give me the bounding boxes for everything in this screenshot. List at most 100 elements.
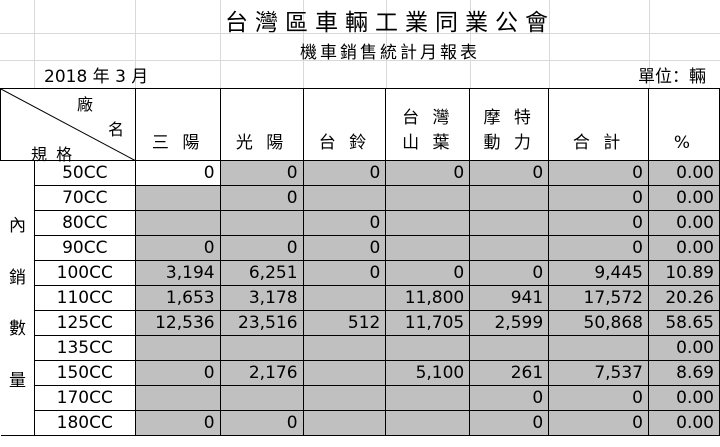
- table-row: 150CC 0 2,176 5,100 261 7,537 8.69: [1, 360, 720, 386]
- column-header-line1: 台 灣: [402, 108, 454, 128]
- column-header-line2: 合 計: [572, 133, 625, 153]
- column-header: 台 灣山 葉: [385, 88, 471, 161]
- value-cell: 6,251: [219, 260, 304, 286]
- value-cell: [385, 335, 471, 361]
- value-cell: 0: [302, 210, 387, 236]
- spec-cell: 170CC: [33, 385, 136, 411]
- column-header-line1: [304, 106, 386, 131]
- value-cell: 9,445: [548, 260, 649, 286]
- value-cell: 0: [548, 385, 649, 411]
- value-cell: 0.00: [648, 410, 720, 436]
- corner-header: 廠 名 規 格: [0, 88, 136, 164]
- value-cell: [302, 385, 387, 411]
- table-row: 70CC 0 0 0.00: [1, 185, 720, 211]
- value-cell: [385, 185, 471, 211]
- category-label: 內銷數量: [0, 160, 35, 436]
- value-cell: 1,653: [134, 285, 221, 311]
- table-row: 125CC 12,536 23,516 512 11,705 2,599 50,868 58.…: [1, 310, 720, 336]
- report-title: 台灣區車輛工業同業公會: [225, 10, 555, 36]
- header-row: 廠 名 規 格 三 陽光 陽 台 鈴台 灣山 葉摩 特動 力合 計%: [0, 88, 720, 164]
- report-unit: 單位：輛: [638, 67, 706, 87]
- value-cell: 0: [548, 410, 649, 436]
- column-header-line1: [136, 106, 220, 131]
- category-label-char: 量: [9, 371, 26, 391]
- category-label-char: 數: [9, 319, 26, 339]
- column-header-line1: [221, 106, 303, 131]
- value-cell: 0: [385, 260, 471, 286]
- value-cell: 7,537: [548, 360, 649, 386]
- value-cell: [302, 335, 387, 361]
- value-cell: 0: [548, 210, 649, 236]
- value-cell: 11,705: [385, 310, 471, 336]
- column-header: 摩 特動 力: [469, 88, 550, 161]
- value-cell: 0: [469, 385, 550, 411]
- value-cell: 0: [134, 160, 221, 186]
- value-cell: [134, 210, 221, 236]
- value-cell: 0: [219, 185, 304, 211]
- column-header-line1: [549, 106, 648, 131]
- report-date: 2018 年 3 月: [44, 67, 149, 87]
- column-header: %: [648, 88, 720, 161]
- value-cell: 0: [134, 235, 221, 261]
- value-cell: [469, 235, 550, 261]
- value-cell: 0: [469, 160, 550, 186]
- spec-cell: 125CC: [33, 310, 136, 336]
- value-cell: [134, 185, 221, 211]
- column-header: 台 鈴: [302, 88, 387, 161]
- value-cell: 20.26: [648, 285, 720, 311]
- value-cell: [302, 410, 387, 436]
- column-header-line2: 動 力: [483, 133, 535, 153]
- value-cell: 2,599: [469, 310, 550, 336]
- value-cell: [219, 385, 304, 411]
- value-cell: 0.00: [648, 235, 720, 261]
- table-row: 170CC 0 0 0.00: [1, 385, 720, 411]
- value-cell: [219, 335, 304, 361]
- value-cell: [302, 185, 387, 211]
- value-cell: 0.00: [648, 160, 720, 186]
- column-header-line1: [649, 106, 719, 131]
- value-cell: 50,868: [548, 310, 649, 336]
- sales-table: 廠 名 規 格 三 陽光 陽台 鈴台 灣山 葉摩 特動 力合 計% 內銷數量 50…: [0, 88, 720, 436]
- value-cell: [469, 335, 550, 361]
- value-cell: [385, 210, 471, 236]
- value-cell: 2,176: [219, 360, 304, 386]
- value-cell: 0: [219, 410, 304, 436]
- value-cell: 0: [134, 360, 221, 386]
- spec-cell: 100CC: [33, 260, 136, 286]
- value-cell: 0: [548, 235, 649, 261]
- spec-cell: 150CC: [33, 360, 136, 386]
- column-header: 光 陽: [219, 88, 304, 161]
- value-cell: [385, 410, 471, 436]
- column-header-line2: 台 鈴: [318, 133, 371, 153]
- value-cell: 12,536: [134, 310, 221, 336]
- value-cell: [469, 185, 550, 211]
- column-header: 三 陽: [134, 88, 221, 161]
- value-cell: [548, 335, 649, 361]
- corner-label-top: 廠: [77, 95, 94, 114]
- value-cell: [302, 285, 387, 311]
- spec-cell: 70CC: [33, 185, 136, 211]
- column-header-line2: 光 陽: [235, 133, 288, 153]
- value-cell: 0: [219, 235, 304, 261]
- category-label-char: 銷: [9, 268, 26, 288]
- corner-label-mid: 名: [108, 120, 125, 139]
- value-cell: 0: [469, 410, 550, 436]
- table-row: 110CC 1,653 3,178 11,800 941 17,572 20.26: [1, 285, 720, 311]
- value-cell: 0.00: [648, 385, 720, 411]
- value-cell: [385, 385, 471, 411]
- value-cell: 3,194: [134, 260, 221, 286]
- report-subtitle: 機車銷售統計月報表: [300, 43, 480, 63]
- value-cell: 0.00: [648, 185, 720, 211]
- table-row: 內銷數量 50CC 0 0 0 0 0 0 0.00: [0, 160, 720, 436]
- value-cell: 3,178: [219, 285, 304, 311]
- value-cell: [469, 210, 550, 236]
- spec-cell: 180CC: [33, 410, 136, 436]
- value-cell: 0: [548, 160, 649, 186]
- value-cell: 941: [469, 285, 550, 311]
- value-cell: [134, 335, 221, 361]
- value-cell: 261: [469, 360, 550, 386]
- column-header-line2: %: [673, 133, 695, 153]
- table-row: 90CC 0 0 0 0 0.00: [1, 235, 720, 261]
- spec-cell: 80CC: [33, 210, 136, 236]
- value-cell: 17,572: [548, 285, 649, 311]
